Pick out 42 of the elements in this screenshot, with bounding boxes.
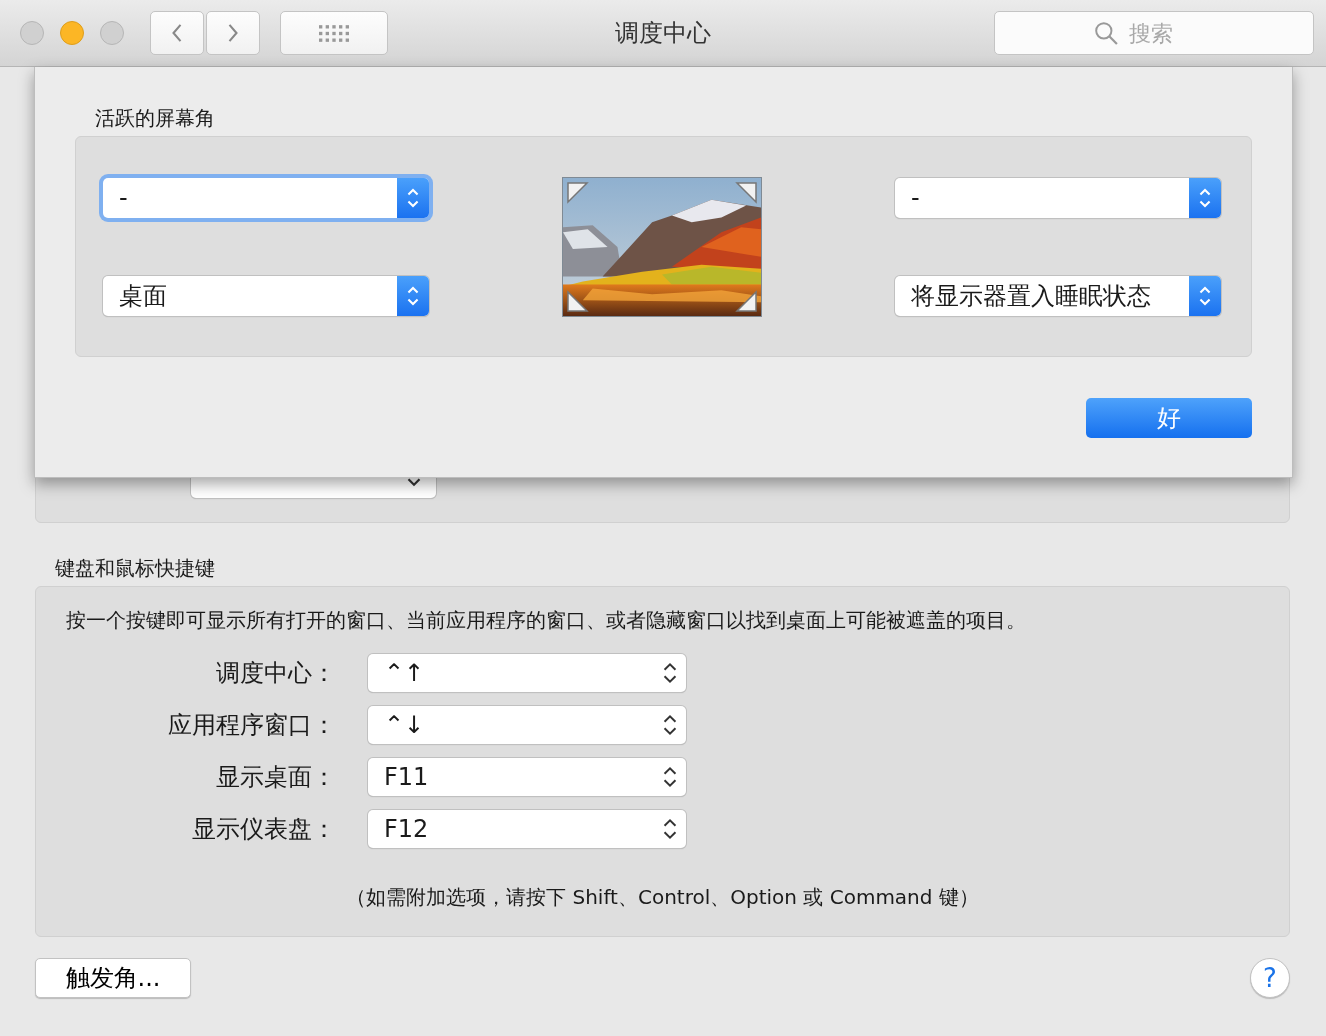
section-title: 活跃的屏幕角 [95,105,216,132]
stepper-icon [1189,275,1221,316]
shortcut-dropdown[interactable]: ⌃↓ [368,706,686,744]
grid-icon [319,24,349,42]
shortcut-dropdown[interactable]: F12 [368,810,686,848]
search-field[interactable]: 搜索 [994,11,1314,55]
corner-dropdown[interactable]: - [895,177,1221,218]
stepper-icon [662,817,678,841]
stepper-icon [662,661,678,685]
hint-text: （如需附加选项，请按下 Shift、Control、Option 或 Command 键） [345,884,980,911]
help-button[interactable]: ? [1250,958,1290,998]
shortcut-dropdown[interactable]: F11 [368,758,686,796]
show-all-button[interactable] [280,11,388,55]
stepper-icon [662,713,678,737]
zoom-button[interactable] [100,21,124,45]
shortcut-label: 调度中心： [215,658,337,689]
corner-dropdown[interactable]: 将显示器置入睡眠状态 [895,275,1221,316]
stepper-icon [662,765,678,789]
back-icon [170,22,184,44]
stepper-icon [1189,177,1221,218]
corner-dropdown[interactable]: 桌面 [103,275,429,316]
hot-corners-button[interactable]: 触发角... [35,958,191,998]
corner-icon [567,287,591,312]
shortcut-dropdown[interactable]: ⌃↑ [368,654,686,692]
section-title: 键盘和鼠标快捷键 [55,555,216,582]
shortcut-label: 应用程序窗口： [167,710,337,741]
search-icon [1094,21,1118,45]
corner-icon [733,287,757,312]
forward-button[interactable] [206,11,260,55]
stepper-icon [397,177,429,218]
shortcut-label: 显示仪表盘： [191,814,337,845]
ok-button[interactable]: 好 [1086,398,1252,438]
window-title: 调度中心 [614,18,712,49]
minimize-button[interactable] [60,21,84,45]
corner-icon [567,181,591,206]
close-button[interactable] [20,21,44,45]
corner-icon [733,181,757,206]
stepper-icon [397,275,429,316]
shortcut-label: 显示桌面： [215,762,337,793]
forward-icon [226,22,240,44]
back-button[interactable] [150,11,204,55]
description-text: 按一个按键即可显示所有打开的窗口、当前应用程序的窗口、或者隐藏窗口以找到桌面上可能被遮盖的项目。 [66,607,1027,634]
